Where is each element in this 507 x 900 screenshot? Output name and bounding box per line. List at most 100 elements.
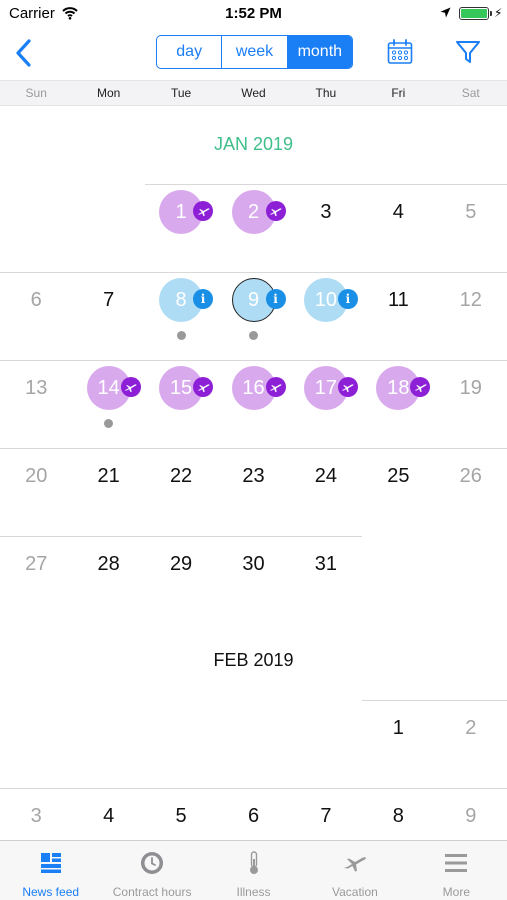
calendar-day[interactable]: 25 (376, 454, 420, 498)
week-separator (362, 700, 507, 701)
day-number: 1 (392, 716, 404, 739)
day-number: 7 (103, 288, 115, 311)
segment-day[interactable]: day (157, 36, 221, 68)
tab-vacation[interactable]: Vacation (304, 841, 405, 900)
location-arrow-icon (440, 7, 451, 18)
day-number: 3 (30, 804, 42, 827)
calendar-icon[interactable] (386, 38, 414, 66)
filter-icon[interactable] (455, 38, 481, 66)
weekday-header: Sun Mon Tue Wed Thu Fri Sat (0, 80, 507, 106)
calendar-day[interactable]: 5 (449, 190, 493, 234)
day-number: 13 (25, 376, 48, 399)
calendar-day[interactable]: 31 (304, 542, 348, 586)
day-number: 12 (459, 288, 482, 311)
week-separator (0, 360, 507, 361)
calendar-day[interactable]: 17 (303, 366, 358, 410)
calendar-day[interactable]: 19 (449, 366, 493, 410)
calendar-day[interactable]: 8 (376, 794, 420, 838)
calendar-day[interactable]: 11 (376, 278, 420, 322)
info-icon: i (193, 289, 214, 309)
calendar-day[interactable]: 27 (14, 542, 58, 586)
clock-icon (141, 852, 164, 874)
calendar-day[interactable]: 9 (449, 794, 493, 838)
weekday-mon: Mon (96, 86, 121, 100)
calendar-day[interactable]: 6 (14, 278, 58, 322)
thermometer-icon (249, 851, 258, 874)
weekday-tue: Tue (170, 86, 192, 100)
calendar-day[interactable]: 26 (449, 454, 493, 498)
calendar-day[interactable]: 14 (86, 366, 141, 410)
calendar-day[interactable]: 7 (87, 278, 131, 322)
month-title: FEB 2019 (213, 650, 294, 670)
charging-bolt-icon: ⚡ (494, 6, 503, 20)
calendar-day[interactable]: 3 (14, 794, 58, 838)
day-number: 7 (320, 804, 332, 827)
calendar-day[interactable]: 1 (376, 706, 420, 750)
day-number: 15 (169, 376, 193, 399)
calendar-day[interactable]: 2 (231, 190, 286, 234)
day-number: 18 (387, 376, 410, 399)
day-number: 22 (169, 464, 193, 487)
tab-news-feed[interactable]: News feed (0, 841, 101, 900)
day-number: 4 (392, 200, 404, 223)
calendar-day[interactable]: 5 (159, 794, 203, 838)
calendar-day[interactable]: 15 (159, 366, 214, 410)
day-number: 8 (392, 804, 404, 827)
tab-label: More (442, 885, 470, 899)
day-number: 2 (465, 716, 477, 739)
calendar-day[interactable]: 1 (159, 190, 214, 234)
calendar-day[interactable]: 18 (376, 366, 431, 410)
day-number: 31 (314, 552, 338, 575)
calendar-day[interactable]: 13 (14, 366, 58, 410)
back-button[interactable] (10, 38, 38, 68)
week-separator (144, 184, 507, 185)
calendar-day[interactable]: 2 (449, 706, 493, 750)
info-icon: i (337, 289, 358, 309)
calendar-day[interactable]: 6 (232, 794, 276, 838)
menu-icon (445, 854, 468, 872)
calendar-day[interactable]: 21 (87, 454, 131, 498)
day-number: 9 (247, 288, 260, 311)
calendar-day[interactable]: 29 (159, 542, 203, 586)
airplane-icon (265, 377, 286, 397)
calendar-day[interactable]: 10 i (303, 278, 358, 322)
airplane-icon (193, 201, 214, 221)
day-number: 20 (25, 464, 48, 487)
calendar-day[interactable]: 30 (232, 542, 276, 586)
day-number: 2 (247, 200, 260, 223)
day-number: 5 (465, 200, 477, 223)
view-mode-segmented-control: day week month (156, 35, 353, 69)
weekday-sun: Sun (25, 86, 47, 100)
calendar-day[interactable]: 22 (159, 454, 203, 498)
battery-cap (490, 11, 492, 16)
calendar-day[interactable]: 23 (232, 454, 276, 498)
calendar-day[interactable]: 9i (231, 278, 286, 322)
weekday-fri: Fri (391, 86, 406, 100)
day-number: 5 (175, 804, 187, 827)
tab-more[interactable]: More (406, 841, 507, 900)
calendar-day[interactable]: 8i (159, 278, 214, 322)
segment-month[interactable]: month (286, 36, 352, 68)
day-number: 26 (459, 464, 482, 487)
calendar-day[interactable]: 4 (87, 794, 131, 838)
tab-contract-hours[interactable]: Contract hours (101, 841, 202, 900)
calendar-day[interactable]: 20 (14, 454, 58, 498)
day-number: 28 (97, 552, 120, 575)
day-number: 8 (175, 288, 187, 311)
day-number: 25 (387, 464, 410, 487)
calendar-day[interactable]: 7 (304, 794, 348, 838)
calendar-day[interactable]: 16 (231, 366, 286, 410)
day-number: 24 (314, 464, 338, 487)
battery-icon (459, 7, 489, 20)
calendar-day[interactable]: 12 (449, 278, 493, 322)
tab-label: Contract hours (112, 885, 192, 899)
calendar-day[interactable]: 4 (376, 190, 420, 234)
calendar-day[interactable]: 28 (87, 542, 131, 586)
tab-label: News feed (22, 885, 80, 899)
segment-week[interactable]: week (221, 36, 286, 68)
tab-bar: News feed Contract hours Illness Vacatio… (0, 840, 507, 900)
calendar-day[interactable]: 24 (304, 454, 348, 498)
calendar-day[interactable]: 3 (304, 190, 348, 234)
event-dot (104, 419, 114, 428)
tab-illness[interactable]: Illness (203, 841, 304, 900)
